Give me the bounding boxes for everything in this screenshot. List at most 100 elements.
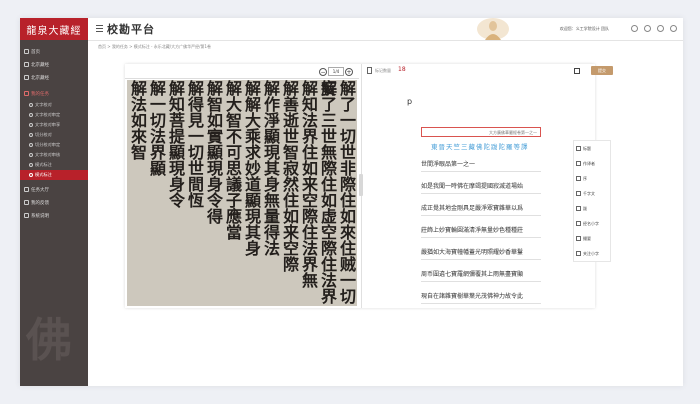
scan-column: 解知菩提顯現身令	[166, 80, 185, 208]
text-line[interactable]: 現自在諸雜寶樹華葉光茂佛神力故令此	[421, 291, 541, 304]
sidebar-item[interactable]: 模式标注	[20, 160, 88, 170]
scan-column: 解解大乘求妙道顯現其身	[242, 80, 261, 256]
zoom-level: 1/4	[328, 67, 344, 76]
scan-column: 解法如來智	[128, 80, 147, 160]
sidebar-item[interactable]: 我的任务	[20, 87, 88, 100]
translator-line[interactable]: 東晉天竺三藏佛陀跋陀羅等譯	[431, 141, 529, 151]
text-line[interactable]: 世間淨眼品第一之一	[421, 159, 541, 172]
paragraph-label: p	[407, 97, 413, 106]
nav-icon	[24, 75, 29, 80]
tool-label: 经名小字	[583, 220, 599, 226]
page-title: 校勘平台	[107, 23, 155, 36]
nav-icon	[24, 187, 29, 192]
sidebar-item[interactable]: 北京藏经	[20, 58, 88, 71]
sidebar-item[interactable]: 文字校对审享	[20, 120, 88, 130]
text-line[interactable]: 周币圍遶七寶羅網彌覆其上雨無盡寶顯	[421, 269, 541, 282]
sidebar-item[interactable]: 北京藏经	[20, 71, 88, 84]
text-line[interactable]: 如是我聞一時佛在摩竭提國寂滅道場始	[421, 181, 541, 194]
sidebar-item-label: 模式标注	[35, 162, 52, 167]
sidebar-item[interactable]: 任务大厅	[20, 183, 88, 196]
scripture-scan-image[interactable]: 解了一切世非際住如來住贼一切妄 解了三世無際住如虚空際住法界 解知法界住如来空際住法…	[127, 80, 357, 306]
annotation-tool[interactable]: 经名小字	[574, 216, 610, 231]
app-logo[interactable]: 龍泉大藏經	[20, 18, 88, 40]
sidebar-item-label: 北京藏经	[31, 75, 49, 81]
sidebar-item[interactable]: 首页	[20, 45, 88, 58]
tool-icon	[576, 161, 581, 166]
settings-icon[interactable]	[657, 25, 664, 32]
scan-column: 解一切法界顯	[147, 80, 166, 176]
tool-label: 夹注小字	[583, 250, 599, 256]
scan-column: 解得見一切世間恆	[185, 80, 204, 208]
sidebar-item[interactable]: 系统说明	[20, 209, 88, 222]
scan-column: 解知法界住如来空際住法界無	[299, 80, 318, 288]
annotation-tool[interactable]: 撮要	[574, 231, 610, 246]
sidebar-item[interactable]: 文字校对审定	[20, 110, 88, 120]
annotation-tool[interactable]: 夹注小字	[574, 246, 610, 261]
sidebar-item[interactable]: 切分校对审定	[20, 140, 88, 150]
nav-icon	[24, 200, 29, 205]
sidebar: 龍泉大藏經 首页 北京藏经 北京藏经 我的任务 文字校对 文字校对审定 文字校对审享 切分校对…	[20, 18, 88, 386]
annotation-tool[interactable]: 千字文	[574, 186, 610, 201]
annotation-toolbox: 标题 作译者序千字文跋经名小字撮要夹注小字	[573, 140, 611, 262]
zoom-in-button[interactable]: +	[345, 67, 353, 76]
header-icons	[631, 25, 677, 32]
annotation-tool[interactable]: 标题	[574, 141, 610, 156]
menu-icon[interactable]	[96, 25, 103, 32]
mark-count: 18	[398, 66, 406, 73]
nav-icon	[24, 91, 29, 96]
sidebar-item-label: 文字校对审定	[35, 112, 61, 117]
submit-button[interactable]: 提交	[591, 66, 613, 75]
annotation-tool[interactable]: 序	[574, 171, 610, 186]
nav-icon	[29, 143, 33, 147]
sidebar-item-label: 北京藏经	[31, 62, 49, 68]
editor-panel: 标记数量 18 提交 p 大方廣佛華嚴經卷第一之一 東晉天竺三藏佛陀跋陀羅等譯 …	[365, 64, 613, 308]
nav-icon	[29, 103, 33, 107]
nav-icon	[24, 213, 29, 218]
zoom-control: − 1/4 +	[319, 67, 353, 76]
tool-icon	[576, 236, 581, 241]
nav-icon	[29, 163, 33, 167]
resize-handle[interactable]	[359, 174, 363, 196]
user-icon[interactable]	[631, 25, 638, 32]
sidebar-item-label: 系统说明	[31, 213, 49, 219]
editor-toolbar: 标记数量 18 提交	[365, 64, 613, 78]
sidebar-item-label: 我的任务	[31, 91, 49, 97]
sidebar-item[interactable]: 切分校对	[20, 130, 88, 140]
header: 校勘平台 欢迎您：义工学院设计 团队	[88, 18, 683, 41]
tool-icon	[576, 146, 581, 151]
tool-icon	[576, 206, 581, 211]
bookmark-icon	[367, 67, 372, 74]
tool-label: 序	[583, 175, 587, 181]
tool-icon	[576, 176, 581, 181]
tool-label: 撮要	[583, 235, 591, 241]
text-line[interactable]: 莊飾上妙寶輪圓滿清淨無量妙色種種莊	[421, 225, 541, 238]
text-line[interactable]: 嚴猶如大海寶幢幡蓋光明照耀妙香華鬘	[421, 247, 541, 260]
sidebar-item[interactable]: 文字校对审核	[20, 150, 88, 160]
tool-icon	[576, 221, 581, 226]
sidebar-item-label: 切分校对审定	[35, 142, 61, 147]
message-icon[interactable]	[644, 25, 651, 32]
tool-icon	[576, 251, 581, 256]
text-line[interactable]: 成正覺其地金剛具足嚴淨眾寶雜華以爲	[421, 203, 541, 216]
scan-column: 解善逝世智寂然住如来空際	[280, 80, 299, 272]
logout-icon[interactable]	[670, 25, 677, 32]
save-icon[interactable]	[574, 68, 580, 74]
sidebar-nav: 首页 北京藏经 北京藏经 我的任务 文字校对 文字校对审定 文字校对审享 切分校对 切分校对审定…	[20, 40, 88, 222]
tool-label: 千字文	[583, 190, 595, 196]
sidebar-item-label: 模式标注	[35, 172, 52, 177]
sidebar-item-label: 我的反馈	[31, 200, 49, 206]
annotation-tool[interactable]: 跋	[574, 201, 610, 216]
sidebar-item[interactable]: 文字校对	[20, 100, 88, 110]
nav-icon	[29, 153, 33, 157]
zoom-out-button[interactable]: −	[319, 67, 327, 76]
sidebar-item[interactable]: 模式标注	[20, 170, 88, 180]
scan-column: 解了一切世非際住如來住贼一切妄	[318, 80, 356, 304]
nav-icon	[29, 173, 33, 177]
sidebar-watermark: 佛	[26, 313, 72, 367]
nav-icon	[24, 62, 29, 67]
tool-icon	[576, 191, 581, 196]
buddha-image	[477, 18, 509, 40]
selected-text-line[interactable]: 大方廣佛華嚴經卷第一之一	[421, 127, 541, 137]
sidebar-item[interactable]: 我的反馈	[20, 196, 88, 209]
annotation-tool[interactable]: 作译者	[574, 156, 610, 171]
